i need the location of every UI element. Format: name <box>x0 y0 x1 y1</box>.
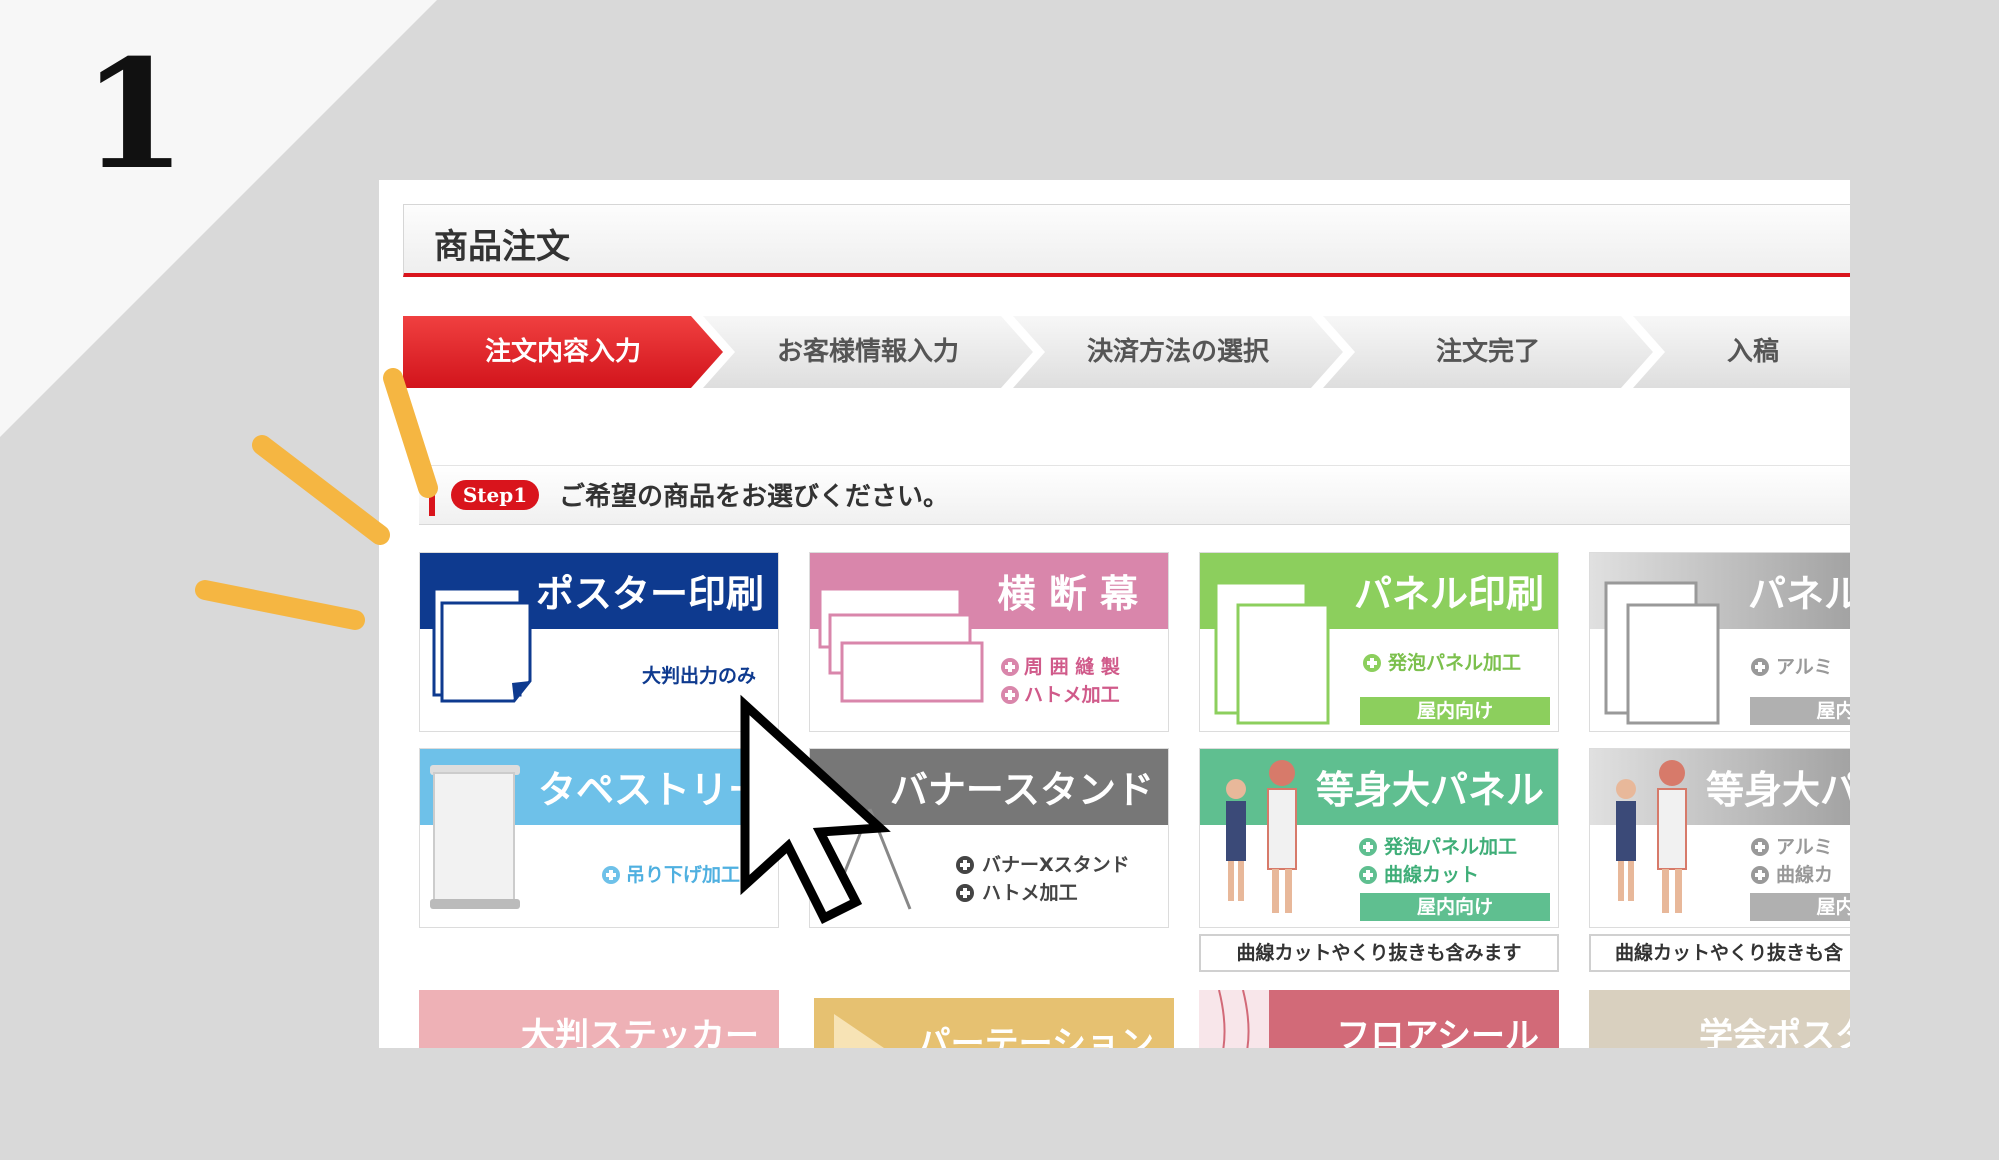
mouse-cursor-icon <box>740 694 891 925</box>
annotation-overlay <box>195 368 891 925</box>
highlight-strokes-icon <box>195 368 438 630</box>
